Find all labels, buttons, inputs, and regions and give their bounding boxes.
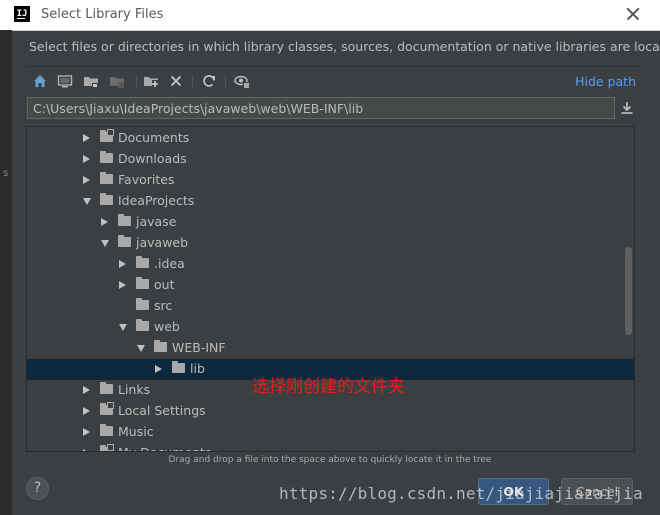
folder-icon [100,402,114,415]
tree-row-label: Links [118,382,151,397]
project-folder-icon[interactable] [83,73,99,89]
file-tree[interactable]: Documents Downloads Favorites IdeaProjects j… [26,126,635,452]
drag-drop-hint: Drag and drop a file into the space abov… [168,455,492,465]
tree-row[interactable]: javase [27,212,634,233]
tree-row[interactable]: src [27,296,634,317]
toolbar-separator [225,75,226,89]
tree-row-label: Documents [118,130,190,145]
dialog-description: Select files or directories in which lib… [29,39,660,54]
tree-row-label: lib [190,361,205,376]
folder-icon [100,424,113,436]
tree-row[interactable]: IdeaProjects [27,191,634,212]
tree-row-label: Local Settings [118,403,206,418]
close-icon[interactable] [624,5,642,23]
tree-row[interactable]: WEB-INF [27,338,634,359]
tree-row-label: out [154,277,175,292]
tree-row[interactable]: Downloads [27,149,634,170]
tree-row[interactable]: web [27,317,634,338]
folder-icon [100,444,114,451]
chevron-right-icon[interactable] [83,449,90,451]
folder-icon [100,151,113,163]
tree-row[interactable]: out [27,275,634,296]
tree-row[interactable]: .idea [27,254,634,275]
tree-row-label: src [154,298,173,313]
tree-row[interactable]: Local Settings [27,401,634,422]
desktop-icon[interactable] [57,73,73,89]
tree-row-label: WEB-INF [172,340,226,355]
chevron-right-icon[interactable] [119,260,126,268]
tree-row-label: Music [118,424,154,439]
chevron-down-icon[interactable] [137,345,145,352]
folder-icon [172,361,185,373]
tree-scrollbar[interactable] [625,247,632,335]
background-window-strip: s [0,30,12,515]
folder-icon [136,298,149,310]
chevron-down-icon[interactable] [119,324,127,331]
annotation-text: 选择刚创建的文件夹 [252,377,405,397]
chevron-down-icon[interactable] [83,198,91,205]
show-hidden-icon[interactable] [234,73,250,89]
tree-row[interactable]: Music [27,422,634,443]
download-icon[interactable] [618,99,636,117]
chevron-right-icon[interactable] [83,386,90,394]
toolbar-separator [192,75,193,89]
watermark: https://blog.csdn.net/jiajiajiazaijia [279,484,643,503]
path-input[interactable] [28,98,614,119]
toolbar-separator [136,75,137,89]
home-icon[interactable] [32,73,48,89]
delete-icon[interactable] [168,73,184,89]
help-button[interactable]: ? [26,477,49,500]
tree-row-label: javase [136,214,177,229]
folder-icon [100,193,113,205]
tree-row-label: javaweb [136,235,189,250]
folder-icon [136,319,149,331]
tree-row[interactable]: Favorites [27,170,634,191]
chevron-right-icon[interactable] [155,365,162,373]
tree-row-label: IdeaProjects [118,193,195,208]
chevron-right-icon[interactable] [101,218,108,226]
tree-row-label: .idea [154,256,185,271]
tree-row[interactable]: Documents [27,128,634,149]
new-folder-icon[interactable] [143,73,159,89]
folder-icon [100,172,113,184]
file-chooser-toolbar: Hide path [26,66,640,95]
folder-icon [118,235,131,247]
chevron-right-icon[interactable] [83,428,90,436]
tree-row[interactable]: My Documents [27,443,634,451]
chevron-right-icon[interactable] [83,407,90,415]
tree-row-label: Downloads [118,151,187,166]
tree-row-label: web [154,319,180,334]
folder-icon [154,340,167,352]
chevron-right-icon[interactable] [119,281,126,289]
tree-row-label: My Documents [118,445,211,451]
chevron-right-icon[interactable] [83,176,90,184]
chevron-right-icon[interactable] [83,134,90,142]
hide-path-link[interactable]: Hide path [575,74,636,89]
folder-icon [100,382,113,394]
path-field[interactable] [27,97,615,119]
folder-icon [100,129,114,142]
window-title: Select Library Files [41,7,164,22]
folder-icon [118,214,131,226]
refresh-icon[interactable] [201,73,217,89]
folder-icon [136,256,149,268]
intellij-app-icon: IJ [14,6,30,22]
folder-icon [136,277,149,289]
background-window-text: s [3,168,9,179]
chevron-right-icon[interactable] [83,155,90,163]
tree-row-label: Favorites [118,172,175,187]
module-folder-icon[interactable] [109,73,125,89]
tree-row[interactable]: javaweb [27,233,634,254]
chevron-down-icon[interactable] [101,240,109,247]
title-bar: IJ Select Library Files [0,0,660,31]
